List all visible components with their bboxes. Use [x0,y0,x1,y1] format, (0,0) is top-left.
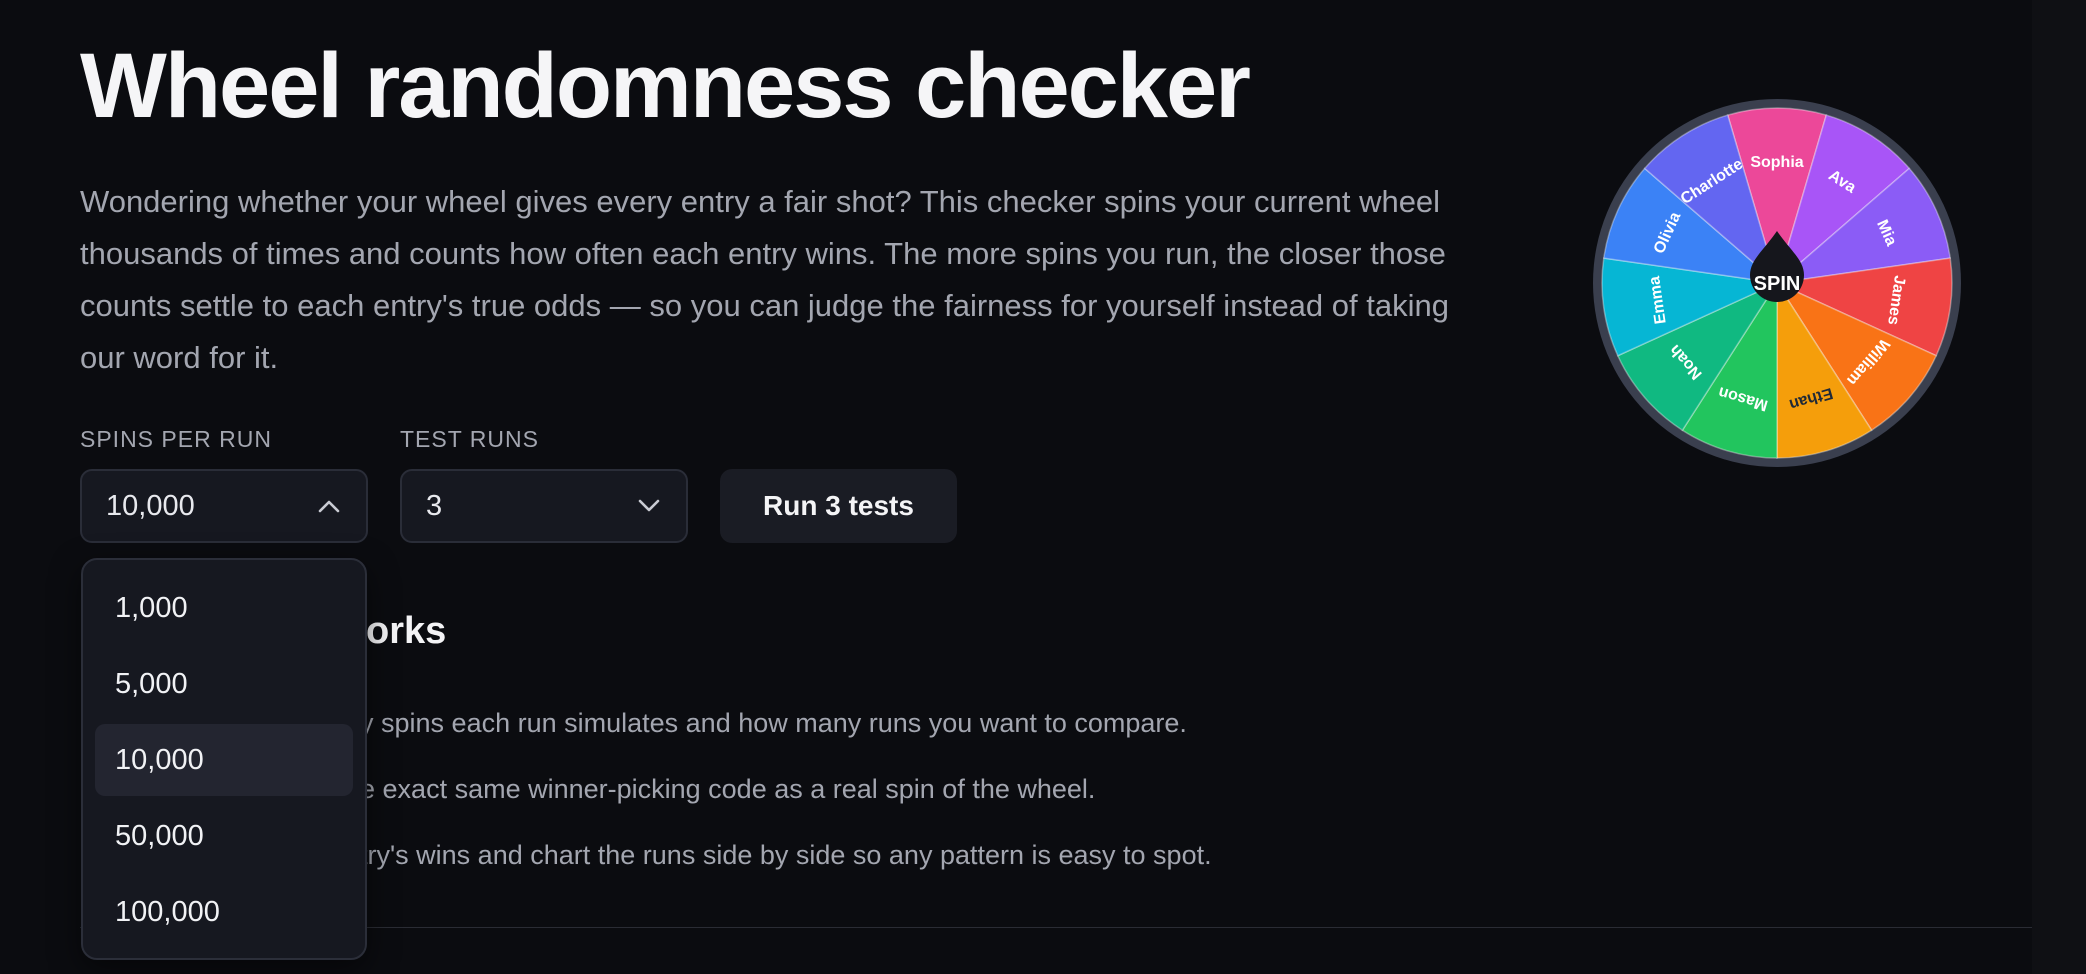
spins-per-run-value: 10,000 [106,489,195,522]
test-runs-value: 3 [426,489,443,522]
wheel-label-sophia: Sophia [1750,154,1803,171]
spins-option-selected[interactable]: 10,000 [95,724,353,796]
test-runs-select[interactable]: 3 [400,469,688,543]
section-divider [80,927,2032,928]
run-tests-button[interactable]: Run 3 tests [720,469,957,543]
chevron-up-icon [316,493,342,519]
spins-per-run-select[interactable]: 10,000 [80,469,368,543]
spins-per-run-label: SPINS PER RUN [80,426,272,452]
spins-option[interactable]: 50,000 [95,800,353,872]
intro-paragraph: Wondering whether your wheel gives every… [80,184,1449,375]
chevron-down-icon [636,493,662,519]
step-text: ny spins each run simulates and how many… [345,708,1187,738]
page-title: Wheel randomness checker [80,35,1251,137]
test-runs-label: TEST RUNS [400,426,539,452]
spins-option[interactable]: 5,000 [95,648,353,720]
spins-per-run-dropdown[interactable]: 1,000 5,000 10,000 50,000 100,000 [81,558,367,960]
spins-option[interactable]: 100,000 [95,876,353,948]
spins-option[interactable]: 1,000 [95,572,353,644]
step-text: ntry's wins and chart the runs side by s… [345,840,1212,870]
step-text: he exact same winner-picking code as a r… [345,774,1096,804]
spin-button-label[interactable]: SPIN [1754,273,1801,295]
prize-wheel[interactable]: SophiaAvaMiaJamesWilliamEthanMasonNoahEm… [1592,98,1962,468]
how-it-works-heading-text: orks [366,610,447,652]
page-right-gutter [2032,0,2086,974]
